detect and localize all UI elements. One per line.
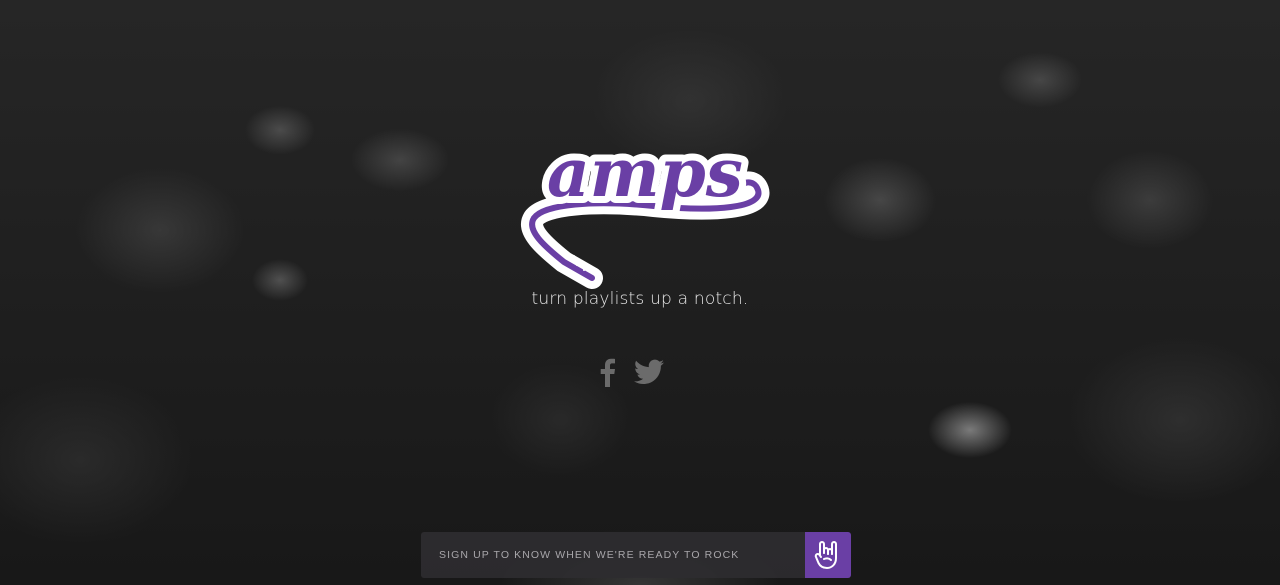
hero-background: amps amps turn playlists up a notch. [0, 0, 1280, 585]
rock-hand-icon [814, 541, 837, 569]
tagline: turn playlists up a notch. [531, 289, 749, 309]
facebook-link[interactable] [598, 355, 616, 389]
social-links [598, 354, 688, 390]
signup-email-input[interactable] [421, 532, 805, 578]
signup-submit-button[interactable] [805, 532, 851, 578]
twitter-link[interactable] [634, 355, 664, 389]
hero-content: amps amps turn playlists up a notch. [0, 0, 1280, 585]
twitter-icon [634, 359, 664, 384]
facebook-icon [600, 358, 615, 387]
amps-logo: amps amps [521, 134, 770, 289]
logo-wordmark: amps [547, 134, 743, 212]
signup-form [421, 532, 851, 578]
